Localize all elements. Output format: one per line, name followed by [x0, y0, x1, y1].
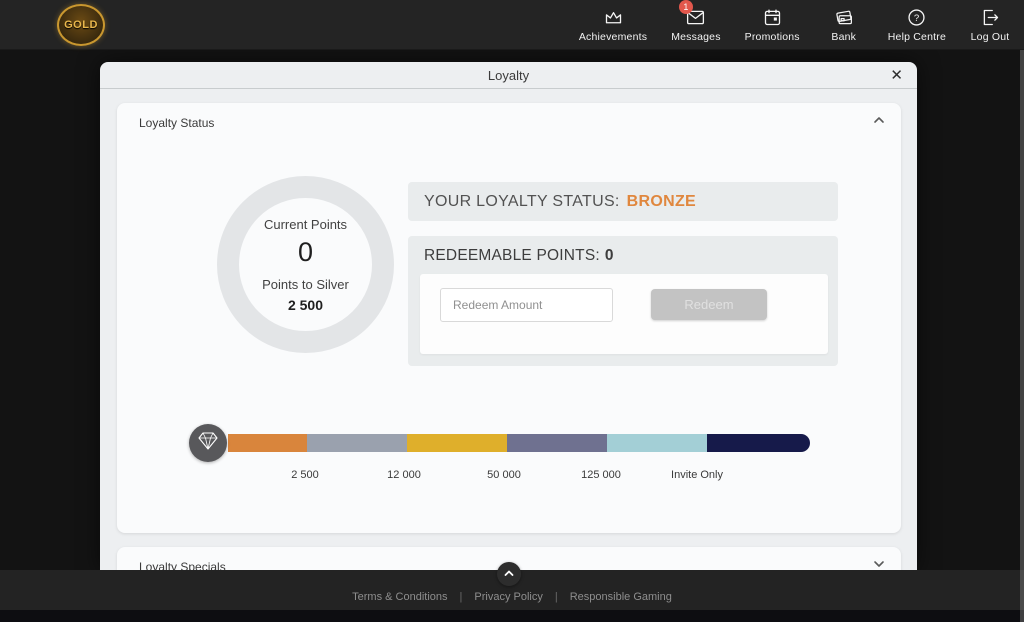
tier-segment-invite-only: [707, 434, 810, 452]
casino-logo[interactable]: GOLD: [57, 4, 105, 46]
tier-segment-platinum: [507, 434, 607, 452]
footer-separator: |: [460, 591, 463, 603]
cards-icon: [833, 7, 854, 28]
top-nav: GOLD Achievements 1 Mess: [0, 0, 1024, 50]
crown-icon: [603, 7, 624, 28]
svg-text:?: ?: [914, 13, 919, 24]
bottom-strip: [0, 610, 1024, 622]
nav-items: Achievements 1 Messages: [579, 0, 1010, 50]
chevron-down-icon[interactable]: [873, 558, 885, 570]
question-icon: ?: [906, 7, 927, 28]
redeem-amount-input[interactable]: [440, 288, 613, 322]
vertical-scrollbar[interactable]: [1020, 50, 1024, 622]
logout-icon: [980, 7, 1001, 28]
nav-item-promotions[interactable]: Promotions: [745, 7, 800, 43]
loyalty-modal: Loyalty ✕ Loyalty Status Current Points …: [100, 62, 917, 570]
tier-threshold: 12 000: [387, 469, 421, 481]
nav-label: Promotions: [745, 31, 800, 43]
nav-label: Messages: [671, 31, 720, 43]
close-icon[interactable]: ✕: [890, 66, 903, 86]
responsible-gaming-link[interactable]: Responsible Gaming: [570, 591, 672, 603]
diamond-icon: [196, 429, 220, 458]
scroll-up-button[interactable]: [497, 562, 521, 586]
nav-item-log-out[interactable]: Log Out: [970, 7, 1010, 43]
nav-label: Help Centre: [888, 31, 946, 43]
modal-header: Loyalty ✕: [100, 62, 917, 89]
points-to-silver-label: Points to Silver: [262, 277, 349, 292]
terms-and-conditions-link[interactable]: Terms & Conditions: [352, 591, 447, 603]
current-points-value: 0: [298, 237, 313, 268]
chevron-up-icon: [503, 567, 515, 582]
redeemable-points-label: REDEEMABLE POINTS:: [424, 247, 600, 264]
tier-threshold: 50 000: [487, 469, 521, 481]
messages-unread-badge: 1: [679, 0, 693, 14]
nav-label: Bank: [831, 31, 856, 43]
privacy-policy-link[interactable]: Privacy Policy: [474, 591, 542, 603]
loyalty-status-prefix: YOUR LOYALTY STATUS:: [424, 193, 620, 211]
tier-threshold: Invite Only: [671, 469, 723, 481]
loyalty-status-banner: YOUR LOYALTY STATUS: BRONZE: [408, 182, 838, 221]
tier-threshold: 2 500: [291, 469, 319, 481]
chevron-up-icon[interactable]: [873, 114, 885, 126]
redeemable-points-value: 0: [605, 247, 614, 264]
redeemable-points-panel: REDEEMABLE POINTS: 0 Redeem: [408, 236, 838, 366]
loyalty-status-section: Loyalty Status Current Points 0 Points t…: [117, 103, 901, 533]
tier-segment-diamond: [607, 434, 707, 452]
points-ring: Current Points 0 Points to Silver 2 500: [217, 176, 394, 353]
tier-segment-silver: [307, 434, 407, 452]
tier-segment-gold: [407, 434, 507, 452]
loyalty-status-value: BRONZE: [627, 193, 696, 211]
casino-logo-text: GOLD: [64, 19, 98, 31]
tier-segment-bronze: [228, 434, 307, 452]
nav-item-bank[interactable]: Bank: [824, 7, 864, 43]
redeemable-points-heading: REDEEMABLE POINTS: 0: [424, 247, 614, 265]
modal-title: Loyalty: [100, 62, 917, 89]
points-to-silver-value: 2 500: [288, 297, 323, 313]
nav-item-messages[interactable]: 1 Messages: [671, 7, 720, 43]
footer-separator: |: [555, 591, 558, 603]
nav-label: Achievements: [579, 31, 647, 43]
tier-threshold: 125 000: [581, 469, 621, 481]
tier-threshold-labels: 2 500 12 000 50 000 125 000 Invite Only: [117, 469, 901, 485]
section-title: Loyalty Status: [139, 116, 214, 130]
nav-label: Log Out: [971, 31, 1010, 43]
nav-item-help-centre[interactable]: ? Help Centre: [888, 7, 946, 43]
calendar-icon: [762, 7, 783, 28]
redeem-button[interactable]: Redeem: [651, 289, 767, 320]
redeem-form: Redeem: [420, 274, 828, 354]
nav-item-achievements[interactable]: Achievements: [579, 7, 647, 43]
page: GOLD Achievements 1 Mess: [0, 0, 1024, 622]
current-points-label: Current Points: [264, 217, 347, 232]
tier-progress-bar: [228, 434, 810, 452]
current-tier-marker: [189, 424, 227, 462]
